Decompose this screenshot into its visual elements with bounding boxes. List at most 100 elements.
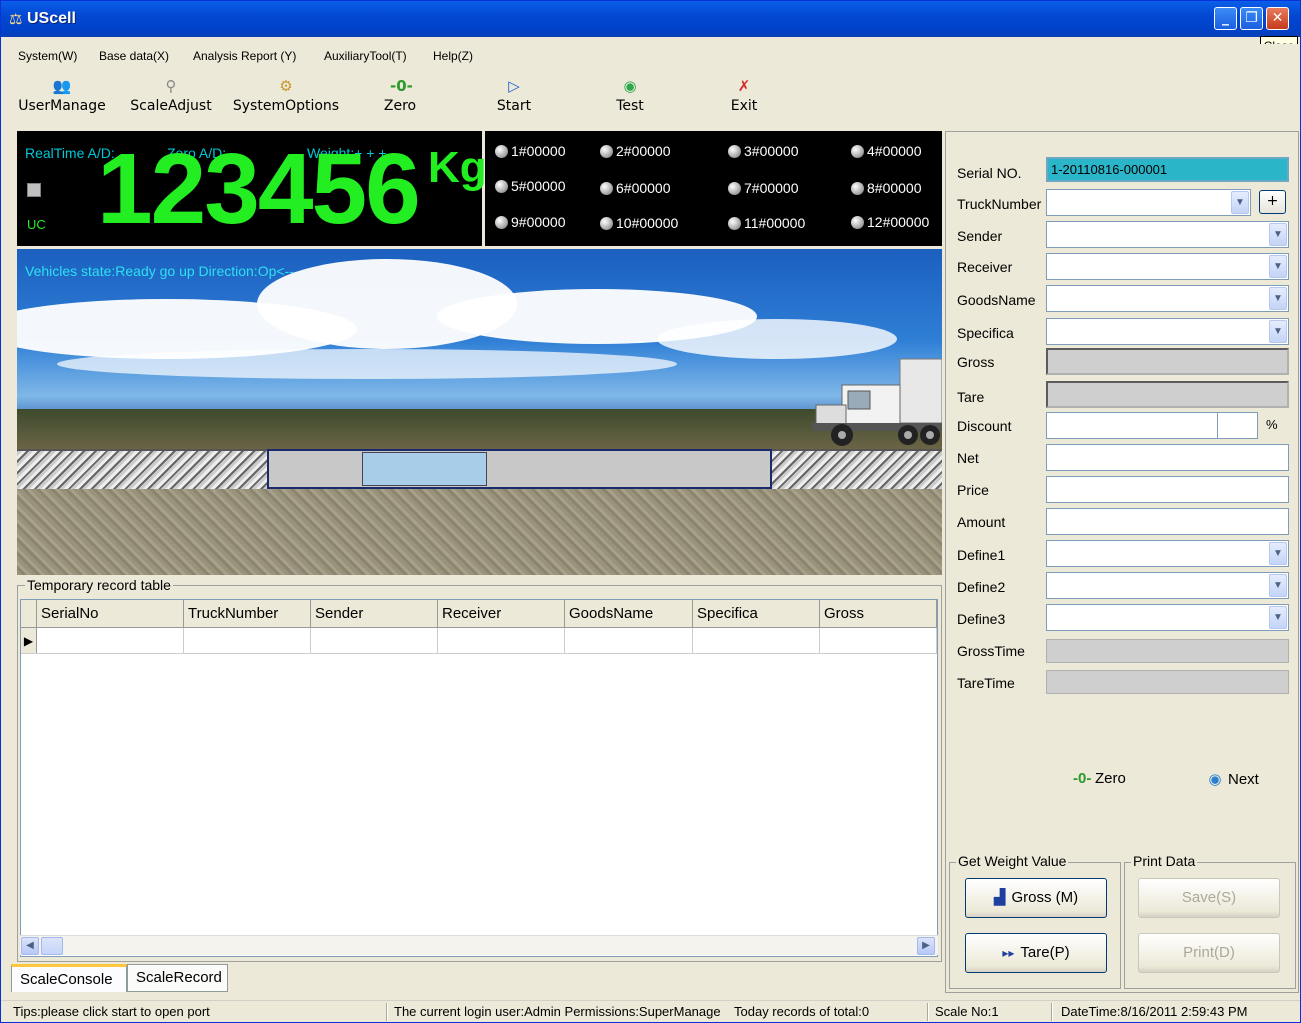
form-zero-button[interactable]: -0- Zero: [1073, 770, 1126, 787]
exit-label: Exit: [730, 98, 758, 114]
menu-auxiliary-tool[interactable]: AuxiliaryTool(T): [324, 49, 407, 63]
exit-button[interactable]: ✗ Exit: [723, 77, 765, 114]
zero-icon: -0-: [390, 77, 413, 95]
receiver-select[interactable]: ▼: [1046, 253, 1289, 280]
weight-unit: Kg: [428, 143, 487, 192]
temp-record-table[interactable]: SerialNo TruckNumber Sender Receiver Goo…: [20, 599, 938, 957]
horizontal-scrollbar[interactable]: ◀ ▶: [20, 935, 938, 955]
column-header[interactable]: GoodsName: [565, 600, 693, 628]
play-icon: ▷: [508, 77, 520, 95]
next-button[interactable]: ◉ Next: [1206, 770, 1258, 788]
scale-adjust-button[interactable]: ⚲ ScaleAdjust: [128, 77, 214, 114]
save-button[interactable]: Save(S): [1138, 878, 1280, 918]
sensor-value: 5#00000: [511, 178, 566, 194]
sensor-5: 5#00000: [495, 178, 566, 194]
column-header[interactable]: Sender: [311, 600, 438, 628]
specifica-select[interactable]: ▼: [1046, 318, 1289, 345]
sensor-12: 12#00000: [851, 214, 929, 230]
scale-platform: [267, 449, 772, 489]
column-header[interactable]: Specifica: [693, 600, 820, 628]
weight-value: 123456: [97, 133, 421, 245]
sensor-value: 10#00000: [616, 215, 679, 231]
table-row[interactable]: [21, 628, 937, 654]
sensor-1: 1#00000: [495, 143, 566, 159]
menu-analysis-report[interactable]: Analysis Report (Y): [193, 49, 296, 63]
chevron-down-icon[interactable]: ▼: [1269, 574, 1287, 597]
tab-scale-record[interactable]: ScaleRecord: [127, 964, 228, 992]
status-tips: Tips:please click start to open port: [13, 1004, 210, 1019]
scroll-left-icon[interactable]: ◀: [21, 937, 39, 955]
start-button[interactable]: ▷ Start: [493, 77, 535, 114]
title-bar[interactable]: ⚖ UScell _ ❐ ✕: [1, 1, 1300, 37]
weighbridge-scene: Vehicles state:Ready go up Direction:Op<…: [17, 249, 942, 575]
table-cell[interactable]: [184, 628, 311, 654]
weight-icon: ▟: [993, 889, 1006, 906]
row-header-corner: [21, 600, 37, 628]
status-datetime: DateTime:8/16/2011 2:59:43 PM: [1061, 1004, 1248, 1019]
define1-select[interactable]: ▼: [1046, 540, 1289, 567]
tare-label: Tare: [957, 389, 985, 405]
user-manage-button[interactable]: 👥 UserManage: [17, 77, 107, 114]
tab-scale-console[interactable]: ScaleConsole: [11, 964, 127, 992]
tare-button-label: Tare(P): [1020, 944, 1070, 961]
amount-field[interactable]: [1046, 508, 1289, 535]
status-scale-no: Scale No:1: [935, 1004, 999, 1019]
close-button[interactable]: ✕: [1266, 7, 1289, 30]
start-label: Start: [496, 98, 532, 114]
define2-select[interactable]: ▼: [1046, 572, 1289, 599]
table-cell[interactable]: [693, 628, 820, 654]
net-field[interactable]: [1046, 444, 1289, 471]
column-header[interactable]: Receiver: [438, 600, 565, 628]
menu-help[interactable]: Help(Z): [433, 49, 473, 63]
chevron-down-icon[interactable]: ▼: [1269, 606, 1287, 629]
minimize-button[interactable]: _: [1214, 7, 1237, 30]
zero-button[interactable]: -0- Zero: [379, 77, 421, 114]
tare-time-field: [1046, 670, 1289, 694]
chevron-down-icon[interactable]: ▼: [1269, 287, 1287, 310]
gross-button[interactable]: ▟ Gross (M): [965, 878, 1107, 918]
print-button[interactable]: Print(D): [1138, 933, 1280, 973]
net-label: Net: [957, 450, 979, 466]
options-icon: ⚙: [279, 77, 293, 95]
table-cell[interactable]: [820, 628, 937, 654]
define3-select[interactable]: ▼: [1046, 604, 1289, 631]
truck-number-label: TruckNumber: [957, 196, 1042, 212]
column-header[interactable]: Gross: [820, 600, 937, 628]
chevron-down-icon[interactable]: ▼: [1269, 255, 1287, 278]
discount-label: Discount: [957, 418, 1012, 434]
chevron-down-icon[interactable]: ▼: [1269, 542, 1287, 565]
goods-name-select[interactable]: ▼: [1046, 285, 1289, 312]
table-cell[interactable]: [438, 628, 565, 654]
price-field[interactable]: [1046, 476, 1289, 503]
table-cell[interactable]: [311, 628, 438, 654]
menu-base-data[interactable]: Base data(X): [99, 49, 169, 63]
restore-button[interactable]: ❐: [1240, 7, 1263, 30]
discount-field[interactable]: [1046, 412, 1258, 439]
sender-select[interactable]: ▼: [1046, 221, 1289, 248]
tare-button[interactable]: ▸▸ Tare(P): [965, 933, 1107, 973]
truck-number-select[interactable]: ▼: [1046, 189, 1251, 216]
sensor-led-icon: [495, 180, 508, 193]
scroll-right-icon[interactable]: ▶: [917, 937, 935, 955]
add-truck-button[interactable]: +: [1259, 190, 1286, 214]
sensor-led-icon: [600, 217, 613, 230]
chevron-down-icon[interactable]: ▼: [1269, 223, 1287, 246]
user-manage-label: UserManage: [18, 98, 106, 114]
gross-time-label: GrossTime: [957, 643, 1025, 659]
sensor-panel: 1#00000 2#00000 3#00000 4#00000 5#00000 …: [485, 131, 942, 246]
sensor-6: 6#00000: [600, 180, 671, 196]
menu-system[interactable]: System(W): [18, 49, 77, 63]
system-options-button[interactable]: ⚙ SystemOptions: [231, 77, 341, 114]
table-cell[interactable]: [565, 628, 693, 654]
scroll-thumb[interactable]: [41, 937, 63, 955]
column-header[interactable]: TruckNumber: [184, 600, 311, 628]
test-button[interactable]: ◉ Test: [609, 77, 651, 114]
truck-image: [812, 358, 942, 446]
chevron-down-icon[interactable]: ▼: [1269, 320, 1287, 343]
sensor-value: 6#00000: [616, 180, 671, 196]
serial-no-field[interactable]: 1-20110816-000001: [1046, 157, 1289, 182]
chevron-down-icon[interactable]: ▼: [1231, 191, 1249, 214]
table-cell[interactable]: [37, 628, 184, 654]
column-header[interactable]: SerialNo: [37, 600, 184, 628]
tare-time-label: TareTime: [957, 675, 1015, 691]
